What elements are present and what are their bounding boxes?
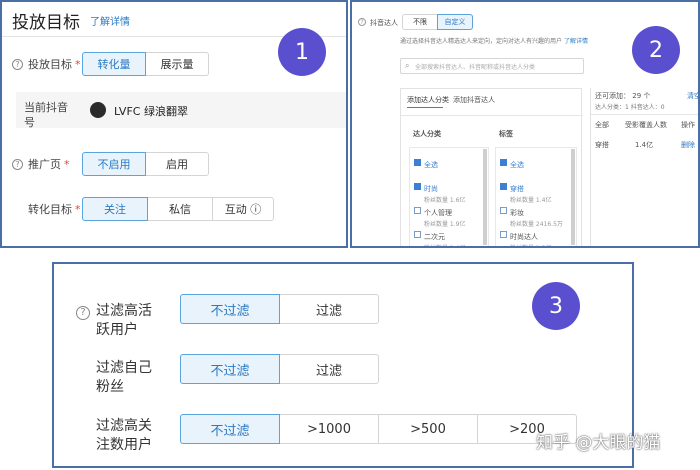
list-item-name: 时尚达人 [510,233,538,241]
step-badge-1: 1 [278,28,326,76]
segment-option[interactable]: 转化量 [82,52,146,76]
help-icon[interactable]: ? [12,159,23,170]
segment-option[interactable]: 不启用 [82,152,146,176]
influencer-search-input[interactable]: ⌕ 全部搜索抖音达人、抖音昵称或抖音达人分类 [400,58,584,74]
account-name: LVFC 绿浪翻翠 [114,105,188,118]
th-all: 全部 [595,121,609,129]
td-reach: 1.4亿 [635,141,654,149]
list-item-name: 穿搭 [510,185,524,193]
category-scrollbar[interactable] [483,149,487,245]
subtab-divider [401,115,583,116]
checkbox[interactable] [500,183,507,190]
list-item[interactable]: 全选 [500,152,524,171]
list-item-name: 个人管理 [424,209,452,217]
panel-1-target: 投放目标 了解详情 ? 投放目标 * 转化量 展示量 当前抖音号 LVFC 绿浪翻翠… [0,0,348,248]
filter-own-fans-selector: 不过滤 过滤 [180,354,379,384]
search-icon: ⌕ [405,61,410,70]
influencer-mode-tabs: 不限 自定义 [402,14,473,30]
conversion-selector: 关注 私信 互动 ⓘ [82,197,274,221]
filter-label-2: 过滤自己粉丝 [96,360,152,395]
segment-option[interactable]: 过滤 [279,354,379,384]
clear-button[interactable]: 清空 [687,91,698,101]
segment-option[interactable]: 不过滤 [180,354,280,384]
col-category-header: 达人分类 [413,130,441,138]
panel-2-influencer: ? 抖音达人 不限 自定义 通过选择抖音达人精选达人来定向，定向对达人有兴趣的用户… [350,0,700,248]
td-name: 穿搭 [595,141,609,149]
checkbox[interactable] [414,231,421,238]
segment-option[interactable]: >500 [378,414,478,444]
hint-text: 通过选择抖音达人精选达人来定向，定向对达人有兴趣的用户 了解详情 [400,38,588,45]
search-placeholder: 全部搜索抖音达人、抖音昵称或抖音达人分类 [415,64,536,71]
col-tag-header: 标签 [499,130,513,138]
list-item-name: 全选 [510,161,524,169]
th-action: 操作 [681,121,695,129]
list-item-name: 时尚 [424,185,438,193]
segment-option[interactable]: 过滤 [279,294,379,324]
filter-active-users-selector: 不过滤 过滤 [180,294,379,324]
filter-high-follow-selector: 不过滤 >1000 >500 >200 [180,414,577,444]
selector-box: 添加达人分类 添加抖音达人 达人分类 标签 全选 时尚 粉丝数量 1.6亿 个人管理粉… [400,88,583,246]
list-item[interactable]: 二次元粉丝数量 1.4亿 [414,224,465,246]
checkbox[interactable] [414,159,421,166]
list-item-name: 二次元 [424,233,445,241]
remaining-label: 还可添加： 29 个 [595,92,651,100]
segment-option[interactable]: 关注 [82,197,148,221]
help-icon[interactable]: ? [76,306,90,320]
conversion-label: 转化目标 * [28,203,81,216]
section-title: 投放目标 [12,13,80,33]
segment-option[interactable]: 不过滤 [180,294,280,324]
learn-more-link[interactable]: 了解详情 [90,13,130,28]
mode-tab[interactable]: 自定义 [437,14,473,30]
tag-list: 全选穿搭粉丝数量 1.4亿彩妆粉丝数量 2416.5万时尚达人粉丝数量 1.3亿 [495,147,577,246]
avatar [90,102,106,118]
filter-label-1: 过滤高活跃用户 [96,303,152,338]
field-label: 抖音达人 [370,19,398,27]
segment-option[interactable]: 私信 [147,197,213,221]
list-item-count: 粉丝数量 1.4亿 [424,243,465,246]
checkbox[interactable] [414,207,421,214]
checkbox[interactable] [500,231,507,238]
subtab-influencer[interactable]: 添加抖音达人 [453,95,495,105]
step-badge-2: 2 [632,26,680,74]
list-item[interactable]: 全选 [414,152,438,171]
list-item-count: 粉丝数量 1.3亿 [510,243,551,246]
delete-link[interactable]: 删除 [681,140,695,150]
subtab-category[interactable]: 添加达人分类 [407,95,449,105]
segment-option[interactable]: 不过滤 [180,414,280,444]
segment-option[interactable]: 互动 ⓘ [212,197,274,221]
selected-box: 还可添加： 29 个 清空 达人分类：1 抖音达人：0 全部 受影覆盖人数 操作… [590,88,698,246]
promo-page-selector: 不启用 启用 [82,152,209,176]
segment-option[interactable]: 展示量 [145,52,209,76]
account-label: 当前抖音号 [24,101,68,129]
segment-option[interactable]: 启用 [145,152,209,176]
step-badge-3: 3 [532,282,580,330]
watermark: 知乎 @大眼的猫 [536,433,661,453]
list-item-name: 彩妆 [510,209,524,217]
tag-scrollbar[interactable] [571,149,575,245]
hint-link[interactable]: 了解详情 [564,38,588,45]
help-icon[interactable]: ? [12,59,23,70]
subtab-underline [407,107,443,108]
promo-page-label: 推广页 * [28,158,70,171]
selection-summary: 达人分类：1 抖音达人：0 [595,104,665,111]
target-label: 投放目标 * [28,58,81,71]
target-selector: 转化量 展示量 [82,52,209,76]
list-item-name: 全选 [424,161,438,169]
mode-tab[interactable]: 不限 [402,14,438,30]
list-item[interactable]: 时尚达人粉丝数量 1.3亿 [500,224,551,246]
help-icon[interactable]: ? [358,18,366,26]
selected-divider [591,114,698,115]
checkbox[interactable] [414,183,421,190]
th-reach: 受影覆盖人数 [625,121,667,129]
filter-label-3: 过滤高关注数用户 [96,418,152,453]
checkbox[interactable] [500,159,507,166]
category-list: 全选时尚粉丝数量 1.6亿个人管理粉丝数量 1.9亿二次元粉丝数量 1.4亿 [409,147,489,246]
segment-option[interactable]: >1000 [279,414,379,444]
checkbox[interactable] [500,207,507,214]
